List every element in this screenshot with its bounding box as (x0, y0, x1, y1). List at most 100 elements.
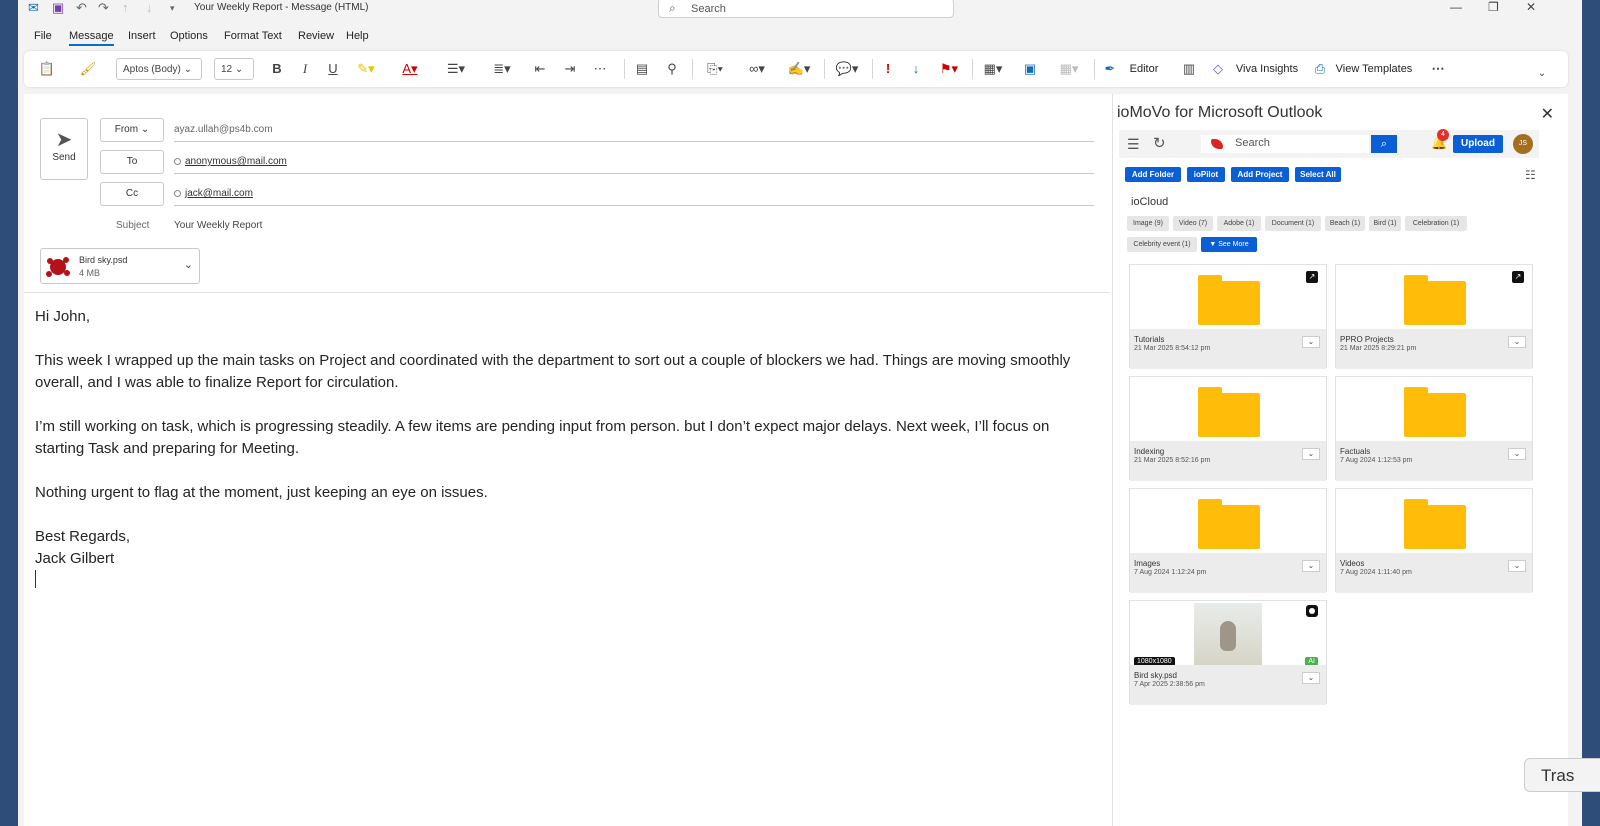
select-all-button[interactable]: Select All (1295, 167, 1341, 182)
customize-toolbar-icon[interactable]: ▾ (170, 1, 175, 15)
paste-icon[interactable]: 📋 (34, 58, 60, 80)
calendar-icon[interactable]: ▥ (1180, 58, 1198, 80)
save-icon[interactable]: ▣ (52, 1, 64, 15)
filter-chip[interactable]: Image (9) (1127, 216, 1169, 231)
add-project-button[interactable]: Add Project (1231, 167, 1289, 182)
filter-chip[interactable]: Bird (1) (1369, 216, 1401, 231)
editor-button[interactable]: Editor (1124, 58, 1164, 80)
link-icon[interactable]: ∞▾ (740, 58, 774, 80)
menu-message[interactable]: Message (69, 30, 114, 46)
chevron-down-icon[interactable]: ⌄ (1508, 448, 1526, 460)
see-more-button[interactable]: ▼ See More (1201, 237, 1257, 252)
font-color-icon[interactable]: A▾ (396, 58, 424, 80)
chevron-down-icon[interactable]: ⌄ (1302, 448, 1320, 460)
subject-input[interactable]: Your Weekly Report (174, 220, 262, 231)
viva-insights-button[interactable]: Viva Insights (1232, 58, 1302, 80)
folder-card[interactable]: Videos 7 Aug 2024 1:11:40 pm ⌄ (1335, 488, 1533, 593)
italic-button[interactable]: I (296, 58, 314, 80)
to-field[interactable]: anonymous@mail.com (174, 150, 1094, 174)
iopilot-button[interactable]: ioPilot (1187, 167, 1225, 182)
panel-close-icon[interactable]: ✕ (1541, 104, 1554, 124)
add-folder-button[interactable]: Add Folder (1125, 167, 1181, 182)
increase-indent-icon[interactable]: ⇥ (560, 58, 580, 80)
bullets-icon[interactable]: ☰▾ (440, 58, 472, 80)
refresh-icon[interactable]: ↻ (1153, 134, 1166, 152)
list-view-icon[interactable]: ☷ (1525, 168, 1536, 182)
chevron-down-icon[interactable]: ⌄ (184, 258, 193, 271)
redo-icon[interactable]: ↷ (98, 1, 109, 15)
format-painter-icon[interactable]: 🖌 (78, 58, 98, 80)
send-button[interactable]: ➤ Send (40, 118, 88, 180)
cc-button[interactable]: Cc (100, 182, 164, 206)
menu-review[interactable]: Review (298, 30, 334, 42)
chevron-down-icon[interactable]: ⌄ (1302, 560, 1320, 572)
title-search-box[interactable]: ⌕ Search (658, 0, 954, 18)
highlight-icon[interactable]: ✎▾ (352, 58, 380, 80)
filter-chip[interactable]: Beach (1) (1325, 216, 1365, 231)
font-name-select[interactable]: Aptos (Body) ⌄ (116, 58, 202, 80)
from-field[interactable]: ayaz.ullah@ps4b.com (174, 118, 1094, 142)
ribbon-expand-icon[interactable]: ⌄ (1534, 63, 1550, 85)
message-body[interactable]: Hi John, This week I wrapped up the main… (35, 306, 1101, 595)
filter-chip[interactable]: Adobe (1) (1217, 216, 1261, 231)
notification-bell-icon[interactable]: 🔔 4 (1431, 129, 1449, 151)
minimize-icon[interactable]: — (1450, 0, 1462, 14)
cc-recipient[interactable]: jack@mail.com (185, 188, 253, 199)
signature-icon[interactable]: ✍▾ (784, 58, 814, 80)
upload-button[interactable]: Upload (1453, 135, 1503, 153)
folder-card[interactable]: ↗ PPRO Projects 21 Mar 2025 8:29:21 pm ⌄ (1335, 264, 1533, 369)
low-importance-icon[interactable]: ↓ (908, 58, 924, 80)
filter-chip[interactable]: Celebration (1) (1405, 216, 1467, 231)
external-link-icon[interactable]: ↗ (1306, 271, 1318, 283)
menu-format-text[interactable]: Format Text (224, 30, 282, 42)
bold-button[interactable]: B (268, 58, 286, 80)
folder-card[interactable]: Indexing 21 Mar 2025 8:52:16 pm ⌄ (1129, 376, 1327, 481)
more-options-icon[interactable]: ⋯ (1428, 58, 1448, 80)
down-arrow-icon[interactable]: ↓ (146, 1, 153, 15)
font-size-select[interactable]: 12 ⌄ (214, 58, 254, 80)
cc-field[interactable]: jack@mail.com (174, 182, 1094, 206)
folder-card[interactable]: ↗ Tutorials 21 Mar 2025 8:54:12 pm ⌄ (1129, 264, 1327, 369)
from-button[interactable]: From ⌄ (100, 118, 164, 142)
attachment-chip[interactable]: Bird sky.psd 4 MB ⌄ (40, 248, 200, 284)
menu-file[interactable]: File (34, 30, 52, 42)
dictate-icon[interactable]: ▣ (1020, 58, 1040, 80)
restore-icon[interactable]: ❐ (1488, 0, 1499, 14)
menu-options[interactable]: Options (170, 30, 208, 42)
view-templates-button[interactable]: View Templates (1332, 58, 1416, 80)
address-book-icon[interactable]: ▤ (632, 58, 652, 80)
user-avatar[interactable]: JS (1513, 134, 1533, 154)
apps-icon[interactable]: ▦▾ (1054, 58, 1084, 80)
chevron-down-icon[interactable]: ⌄ (1302, 336, 1320, 348)
select-circle-icon[interactable] (1306, 605, 1318, 617)
asset-card[interactable]: 1080x1080 AI Bird sky.psd 7 Apr 2025 2:3… (1129, 600, 1327, 705)
close-window-icon[interactable]: ✕ (1526, 0, 1536, 14)
undo-icon[interactable]: ↶ (76, 1, 87, 15)
more-format-icon[interactable]: ⋯ (590, 58, 610, 80)
filter-chip[interactable]: Celebrity event (1) (1127, 237, 1197, 252)
to-button[interactable]: To (100, 150, 164, 174)
decrease-indent-icon[interactable]: ⇤ (530, 58, 550, 80)
chevron-down-icon[interactable]: ⌄ (1302, 672, 1320, 684)
panel-search-button[interactable]: ⌕ (1371, 135, 1397, 153)
panel-search-input[interactable]: Search (1201, 135, 1369, 153)
external-link-icon[interactable]: ↗ (1512, 271, 1524, 283)
chevron-down-icon[interactable]: ⌄ (1508, 336, 1526, 348)
sensitivity-icon[interactable]: ▦▾ (978, 58, 1008, 80)
hamburger-menu-icon[interactable]: ☰ (1127, 136, 1140, 153)
high-importance-icon[interactable]: ! (880, 58, 896, 80)
menu-insert[interactable]: Insert (128, 30, 156, 42)
to-recipient[interactable]: anonymous@mail.com (185, 156, 287, 167)
numbering-icon[interactable]: ≣▾ (486, 58, 518, 80)
attach-file-icon[interactable]: ⎘▾ (700, 58, 730, 80)
folder-card[interactable]: Images 7 Aug 2024 1:12:24 pm ⌄ (1129, 488, 1327, 593)
menu-help[interactable]: Help (346, 30, 369, 42)
taskbar-popup[interactable]: Tras (1524, 758, 1600, 792)
comment-icon[interactable]: 💬▾ (832, 58, 862, 80)
filter-chip[interactable]: Video (7) (1173, 216, 1213, 231)
up-arrow-icon[interactable]: ↑ (122, 1, 129, 15)
filter-chip[interactable]: Document (1) (1265, 216, 1321, 231)
check-names-icon[interactable]: ⚲ (662, 58, 682, 80)
chevron-down-icon[interactable]: ⌄ (1508, 560, 1526, 572)
follow-up-flag-icon[interactable]: ⚑▾ (934, 58, 964, 80)
